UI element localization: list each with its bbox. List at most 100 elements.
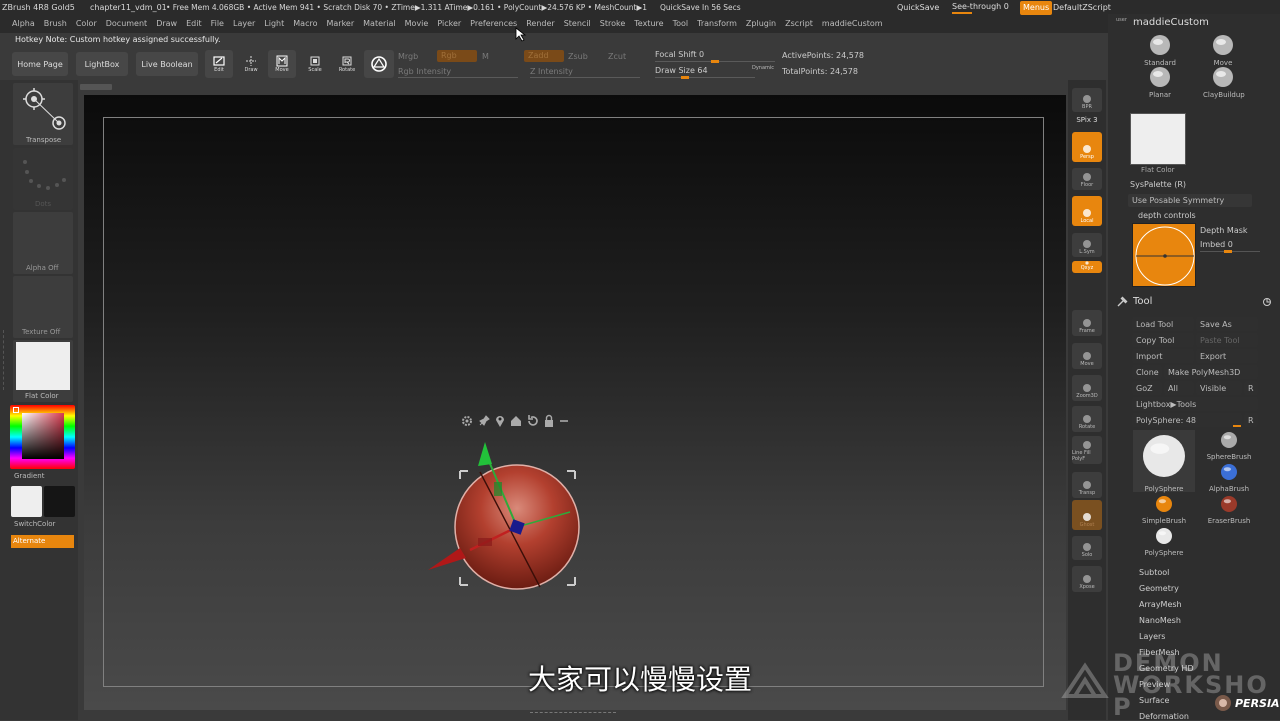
menu-file[interactable]: File [211,20,224,30]
home-icon[interactable] [509,414,523,428]
palette-popout-icon[interactable] [1262,297,1272,307]
alternate-button[interactable]: Alternate [11,535,74,548]
syspalette-button[interactable]: SysPalette (R) [1130,181,1186,189]
menus-button[interactable]: Menus [1020,1,1053,15]
zscript-name[interactable]: DefaultZScript [1053,4,1111,12]
menu-stencil[interactable]: Stencil [564,20,591,30]
quicksave-button[interactable]: QuickSave [897,4,939,12]
tool-spherebrush-thumb[interactable]: SphereBrush [1200,430,1258,461]
make-polymesh-button[interactable]: Make PolyMesh3D [1164,365,1258,379]
menu-movie[interactable]: Movie [405,20,429,30]
color-picker-field[interactable] [22,413,64,459]
rail-line-fill-polyf-button[interactable]: Line Fill PolyF [1072,436,1102,464]
menu-alpha[interactable]: Alpha [12,20,35,30]
menu-light[interactable]: Light [264,20,284,30]
goz-visible-button[interactable]: Visible [1196,381,1242,395]
rail-bpr-button[interactable]: BPR [1072,88,1102,112]
pin-icon[interactable] [477,414,491,428]
dots-stroke-button[interactable]: Dots [13,148,73,210]
subpalette-arraymesh[interactable]: ArrayMesh [1139,600,1182,609]
rgb-intensity-slider[interactable]: Rgb Intensity [398,68,451,76]
copy-tool-button[interactable]: Copy Tool [1132,333,1194,347]
rail-solo-button[interactable]: Solo [1072,536,1102,560]
home-page-button[interactable]: Home Page [12,52,68,76]
lock-icon[interactable] [543,414,555,428]
switch-color-button[interactable]: SwitchColor [14,521,55,528]
menu-render[interactable]: Render [526,20,554,30]
load-tool-button[interactable]: Load Tool [1132,317,1194,331]
imbed-slider[interactable]: Imbed 0 [1200,241,1233,249]
custom-flat-color-button[interactable]: Flat Color [1129,113,1187,175]
focal-shift-slider[interactable]: Focal Shift 0 [655,51,704,59]
menu-preferences[interactable]: Preferences [470,20,517,30]
color-picker[interactable] [10,405,75,469]
menu-maddiecustom[interactable]: maddieCustom [822,20,883,30]
edit-mode-button[interactable]: Edit [205,50,233,78]
save-as-button[interactable]: Save As [1196,317,1258,331]
see-through-slider[interactable]: See-through 0 [952,3,1012,11]
brush-planar-button[interactable]: Planar [1140,66,1180,99]
current-tool-r-button[interactable]: R [1244,413,1258,427]
gear-icon[interactable] [460,414,474,428]
tool-polysphere-thumb-2[interactable]: PolySphere [1133,526,1195,557]
live-boolean-button[interactable]: Live Boolean [136,52,198,76]
depth-mask-preview[interactable] [1132,223,1196,287]
alpha-off-button[interactable]: Alpha Off [13,212,73,274]
rail-qxyz-button[interactable]: Qxyz [1072,261,1102,273]
brush-move-button[interactable]: Move [1203,34,1243,67]
scale-mode-button[interactable]: Scale [302,50,328,78]
brush-claybuildup-button[interactable]: ClayBuildup [1203,66,1245,99]
current-tool-slider[interactable]: PolySphere: 48 [1132,413,1242,427]
current-tool-slider-knob[interactable] [1233,425,1241,427]
menu-edit[interactable]: Edit [186,20,202,30]
polysphere-3d-model[interactable] [420,432,590,597]
lightbox-button[interactable]: LightBox [76,52,128,76]
menu-transform[interactable]: Transform [697,20,737,30]
menu-brush[interactable]: Brush [44,20,67,30]
depth-mask-toggle[interactable]: Depth Mask [1200,227,1248,235]
flat-color-material-button[interactable]: Flat Color [13,340,73,402]
rail-transp-button[interactable]: Transp [1072,472,1102,498]
left-shelf-scroll[interactable] [3,330,7,390]
minus-icon[interactable] [558,414,570,428]
subpalette-layers[interactable]: Layers [1139,632,1165,641]
goz-button[interactable]: GoZ [1132,381,1162,395]
rail-persp-button[interactable]: Persp [1072,132,1102,162]
menu-tool[interactable]: Tool [673,20,689,30]
canvas-top-tab[interactable] [80,84,112,90]
move-mode-button[interactable]: Move [268,50,296,78]
canvas-bottom-handle[interactable] [530,712,616,718]
transpose-brush-button[interactable]: Transpose [13,83,73,145]
menu-zplugin[interactable]: Zplugin [746,20,776,30]
menu-marker[interactable]: Marker [326,20,354,30]
focal-shift-knob[interactable] [711,60,719,63]
brush-standard-button[interactable]: Standard [1140,34,1180,67]
texture-off-button[interactable]: Texture Off [13,276,73,338]
menu-zscript[interactable]: Zscript [785,20,813,30]
clone-button[interactable]: Clone [1132,365,1162,379]
draw-size-knob[interactable] [681,76,689,79]
goz-all-button[interactable]: All [1164,381,1194,395]
m-button[interactable]: M [482,53,489,61]
menu-picker[interactable]: Picker [437,20,461,30]
draw-mode-button[interactable]: Draw [238,50,264,78]
import-button[interactable]: Import [1132,349,1194,363]
reset-icon[interactable] [526,414,540,428]
tool-eraserbrush-thumb[interactable]: EraserBrush [1200,494,1258,525]
main-color-swatch[interactable] [11,486,42,517]
tool-palette-header[interactable]: Tool [1112,294,1276,310]
mrgb-button[interactable]: Mrgb [398,53,418,61]
posable-symmetry-button[interactable]: Use Posable Symmetry [1128,194,1252,207]
gizmo-toggle-button[interactable] [364,50,394,78]
zadd-button[interactable]: Zadd [524,50,564,62]
subpalette-geometry[interactable]: Geometry [1139,584,1179,593]
menu-macro[interactable]: Macro [293,20,317,30]
export-button[interactable]: Export [1196,349,1258,363]
rail-floor-button[interactable]: Floor [1072,168,1102,190]
rail-local-button[interactable]: Local [1072,196,1102,226]
rotate-mode-button[interactable]: Rotate [334,50,360,78]
tool-polysphere-thumb[interactable]: PolySphere [1133,430,1195,493]
secondary-color-swatch[interactable] [44,486,75,517]
rail-spix-3-button[interactable]: SPix 3 [1072,114,1102,126]
rail-l-sym-button[interactable]: L.Sym [1072,233,1102,257]
